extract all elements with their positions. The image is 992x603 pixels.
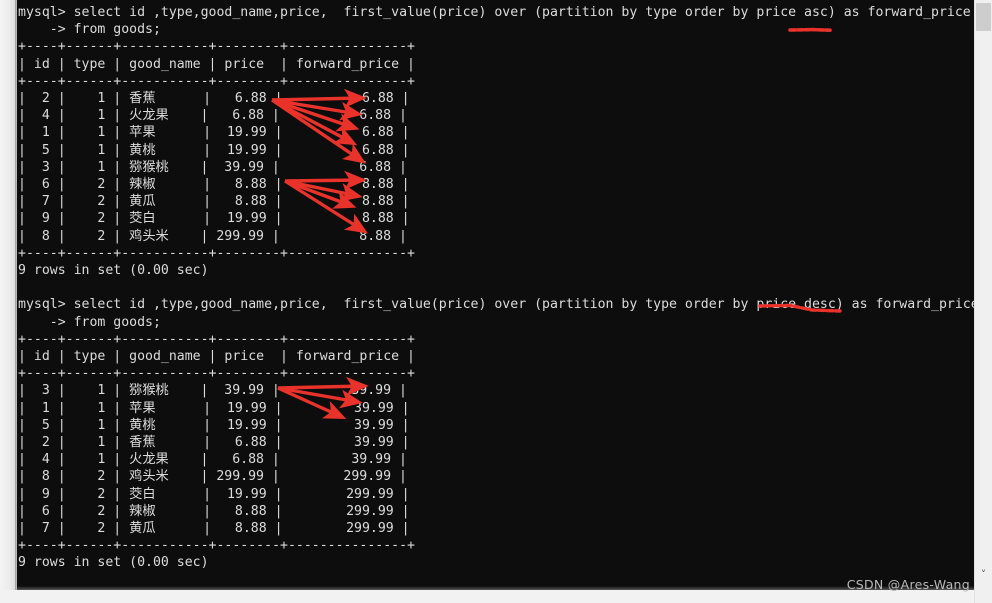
terminal-line-t2-sep: +----+------+-----------+--------+------… — [18, 366, 415, 382]
terminal-line-t2-r1: | 3 | 1 | 猕猴桃 | 39.99 | 39.99 | — [18, 383, 407, 399]
terminal-line-t1-top: +----+------+-----------+--------+------… — [18, 39, 415, 55]
terminal-line-t2-r8: | 6 | 2 | 辣椒 | 8.88 | 299.99 | — [18, 503, 410, 519]
vertical-scrollbar[interactable]: ˅ — [974, 0, 992, 603]
chevron-down-icon[interactable]: ˅ — [975, 566, 992, 583]
scrollbar-thumb[interactable] — [976, 3, 991, 31]
terminal-line-t1-r6: | 6 | 2 | 辣椒 | 8.88 | 8.88 | — [18, 177, 410, 192]
terminal-line-q2-rows: 9 rows in set (0.00 sec) — [18, 555, 209, 571]
terminal-line-t2-r6: | 8 | 2 | 鸡头米 | 299.99 | 299.99 | — [18, 469, 407, 485]
terminal-line-t1-sep: +----+------+-----------+--------+------… — [18, 73, 415, 89]
terminal-line-t1-r7: | 7 | 2 | 黄瓜 | 8.88 | 8.88 | — [18, 194, 410, 210]
terminal-line-t1-r5: | 3 | 1 | 猕猴桃 | 39.99 | 6.88 | — [18, 159, 407, 175]
terminal-line-t1-r4: | 5 | 1 | 黄桃 | 19.99 | 6.88 | — [18, 142, 410, 158]
terminal-line-q2-line1: mysql> select id ,type,good_name,price, … — [18, 297, 975, 313]
terminal-line-t2-r5: | 4 | 1 | 火龙果 | 6.88 | 39.99 | — [18, 452, 407, 468]
terminal-line-q1-rows: 9 rows in set (0.00 sec) — [18, 263, 209, 278]
terminal-line-q1-line1: mysql> select id ,type,good_name,price, … — [18, 5, 971, 20]
terminal-line-t2-head: | id | type | good_name | price | forwar… — [18, 349, 415, 364]
page-bottom-strip — [0, 590, 992, 603]
terminal-line-t2-r3: | 5 | 1 | 黄桃 | 19.99 | 39.99 | — [18, 417, 410, 433]
terminal-line-t1-head: | id | type | good_name | price | forwar… — [18, 56, 415, 72]
terminal-line-q2-line2: -> from goods; — [18, 314, 161, 330]
terminal-line-t1-r2: | 4 | 1 | 火龙果 | 6.88 | 6.88 | — [18, 108, 407, 124]
terminal-line-t1-bot: +----+------+-----------+--------+------… — [18, 245, 415, 261]
terminal-line-t1-r9: | 8 | 2 | 鸡头米 | 299.99 | 8.88 | — [18, 228, 407, 244]
terminal-line-q1-line2: -> from goods; — [18, 22, 161, 38]
page-root: mysql> select id ,type,good_name,price, … — [0, 0, 992, 603]
mysql-terminal-window[interactable]: mysql> select id ,type,good_name,price, … — [17, 0, 975, 590]
terminal-text-area: mysql> select id ,type,good_name,price, … — [17, 0, 975, 590]
terminal-line-t2-r9: | 7 | 2 | 黄瓜 | 8.88 | 299.99 | — [18, 521, 410, 536]
terminal-line-t2-r7: | 9 | 2 | 茭白 | 19.99 | 299.99 | — [18, 486, 410, 502]
terminal-line-t2-bot: +----+------+-----------+--------+------… — [18, 538, 415, 554]
csdn-watermark: CSDN @Ares-Wang — [846, 577, 970, 592]
terminal-line-t1-r8: | 9 | 2 | 茭白 | 19.99 | 8.88 | — [18, 211, 410, 227]
terminal-line-t2-r2: | 1 | 1 | 苹果 | 19.99 | 39.99 | — [18, 400, 410, 416]
terminal-line-t2-top: +----+------+-----------+--------+------… — [18, 331, 415, 347]
terminal-line-t2-r4: | 2 | 1 | 香蕉 | 6.88 | 39.99 | — [18, 435, 410, 450]
terminal-line-t1-r1: | 2 | 1 | 香蕉 | 6.88 | 6.88 | — [18, 91, 410, 106]
terminal-line-t1-r3: | 1 | 1 | 苹果 | 19.99 | 6.88 | — [18, 125, 410, 141]
